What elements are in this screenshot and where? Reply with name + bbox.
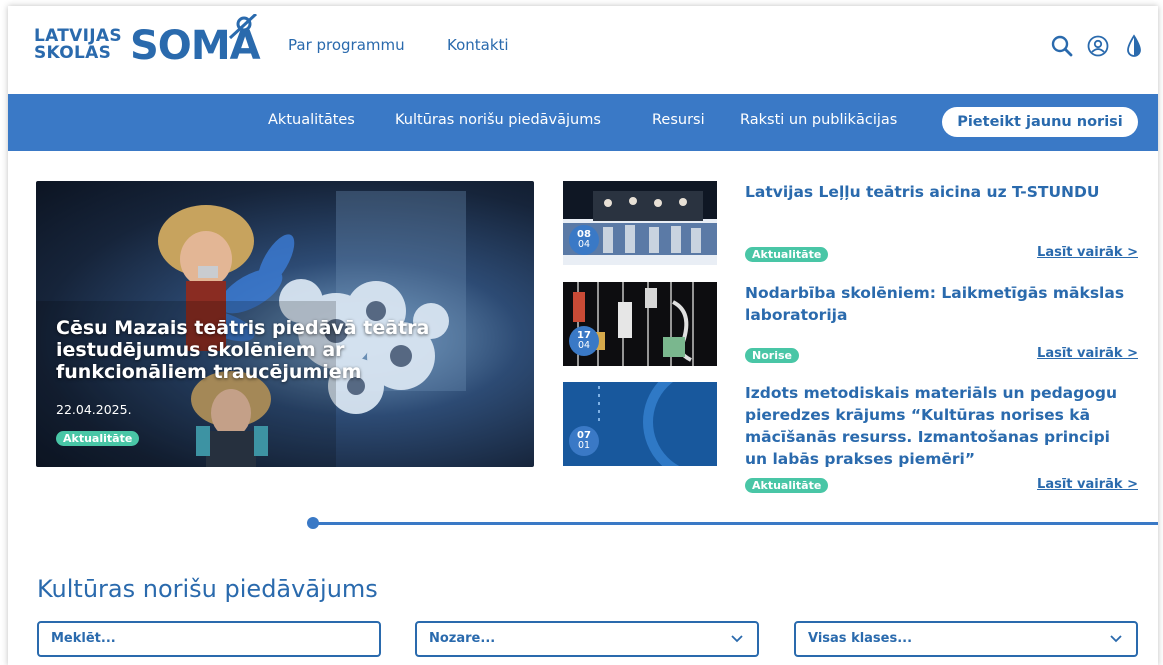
user-icon[interactable] (1086, 34, 1110, 58)
search-input[interactable]: Meklēt... (37, 621, 381, 657)
header-tools (1050, 34, 1146, 58)
logo-small-text: LATVIJAS SKOLAS (34, 28, 122, 62)
main-menu: Aktualitātes Kultūras norišu piedāvājums… (8, 94, 1158, 151)
read-more-link[interactable]: Lasīt vairāk > (1037, 346, 1138, 361)
nav-about[interactable]: Par programmu (288, 36, 405, 54)
pen-icon (228, 14, 258, 40)
news-item: 08 04 Latvijas Leļļu teātris aicina uz T… (563, 181, 1138, 267)
hero-date: 22.04.2025. (56, 402, 132, 417)
news-title[interactable]: Nodarbība skolēniem: Laikmetīgās mākslas… (745, 282, 1137, 326)
news-thumbnail[interactable]: 17 04 (563, 282, 717, 366)
news-date-badge: 08 04 (569, 225, 599, 255)
field-select-value: Nozare... (429, 631, 496, 646)
menu-item-resources[interactable]: Resursi (652, 112, 705, 128)
news-badge: Aktualitāte (745, 247, 829, 262)
offers-title: Kultūras norišu piedāvājums (37, 575, 378, 603)
nav-contacts[interactable]: Kontakti (447, 36, 509, 54)
hero-badge: Aktualitāte (56, 431, 140, 446)
chevron-down-icon (731, 635, 743, 643)
news-month: 01 (577, 440, 591, 451)
chevron-down-icon (1110, 635, 1122, 643)
contrast-icon[interactable] (1122, 34, 1146, 58)
class-select[interactable]: Visas klases... (794, 621, 1138, 657)
read-more-link[interactable]: Lasīt vairāk > (1037, 477, 1138, 492)
news-badge: Norise (745, 348, 799, 363)
news-month: 04 (577, 340, 591, 351)
slider-line (315, 522, 1158, 525)
menu-item-offers[interactable]: Kultūras norišu piedāvājums (395, 112, 601, 128)
news-title[interactable]: Latvijas Leļļu teātris aicina uz T-STUND… (745, 181, 1137, 203)
read-more-link[interactable]: Lasīt vairāk > (1037, 245, 1138, 260)
field-select[interactable]: Nozare... (415, 621, 759, 657)
news-thumbnail[interactable]: 08 04 (563, 181, 717, 265)
news-title[interactable]: Izdots metodiskais materiāls un pedagogu… (745, 382, 1137, 470)
search-placeholder: Meklēt... (51, 631, 116, 646)
hero-title[interactable]: Cēsu Mazais teātris piedāvā teātra iestu… (56, 317, 456, 383)
submit-event-button[interactable]: Pieteikt jaunu norisi (942, 107, 1138, 137)
class-select-value: Visas klases... (808, 631, 913, 646)
news-date-badge: 07 01 (569, 426, 599, 456)
logo-line-2: SKOLAS (34, 43, 112, 63)
news-badge: Aktualitāte (745, 478, 829, 493)
news-item: 07 01 Izdots metodiskais materiāls un pe… (563, 382, 1138, 502)
logo[interactable]: LATVIJAS SKOLAS SOMA (34, 14, 274, 76)
site-header: LATVIJAS SKOLAS SOMA Par programmu Konta… (8, 6, 1158, 94)
search-icon[interactable] (1050, 34, 1074, 58)
news-item: 17 04 Nodarbība skolēniem: Laikmetīgās m… (563, 282, 1138, 368)
news-month: 04 (577, 239, 591, 250)
menu-item-articles[interactable]: Raksti un publikācijas (740, 112, 897, 128)
menu-item-news[interactable]: Aktualitātes (268, 112, 355, 128)
page: LATVIJAS SKOLAS SOMA Par programmu Konta… (8, 6, 1158, 665)
news-date-badge: 17 04 (569, 326, 599, 356)
hero-card[interactable]: Cēsu Mazais teātris piedāvā teātra iestu… (36, 181, 534, 467)
news-thumbnail[interactable]: 07 01 (563, 382, 717, 466)
